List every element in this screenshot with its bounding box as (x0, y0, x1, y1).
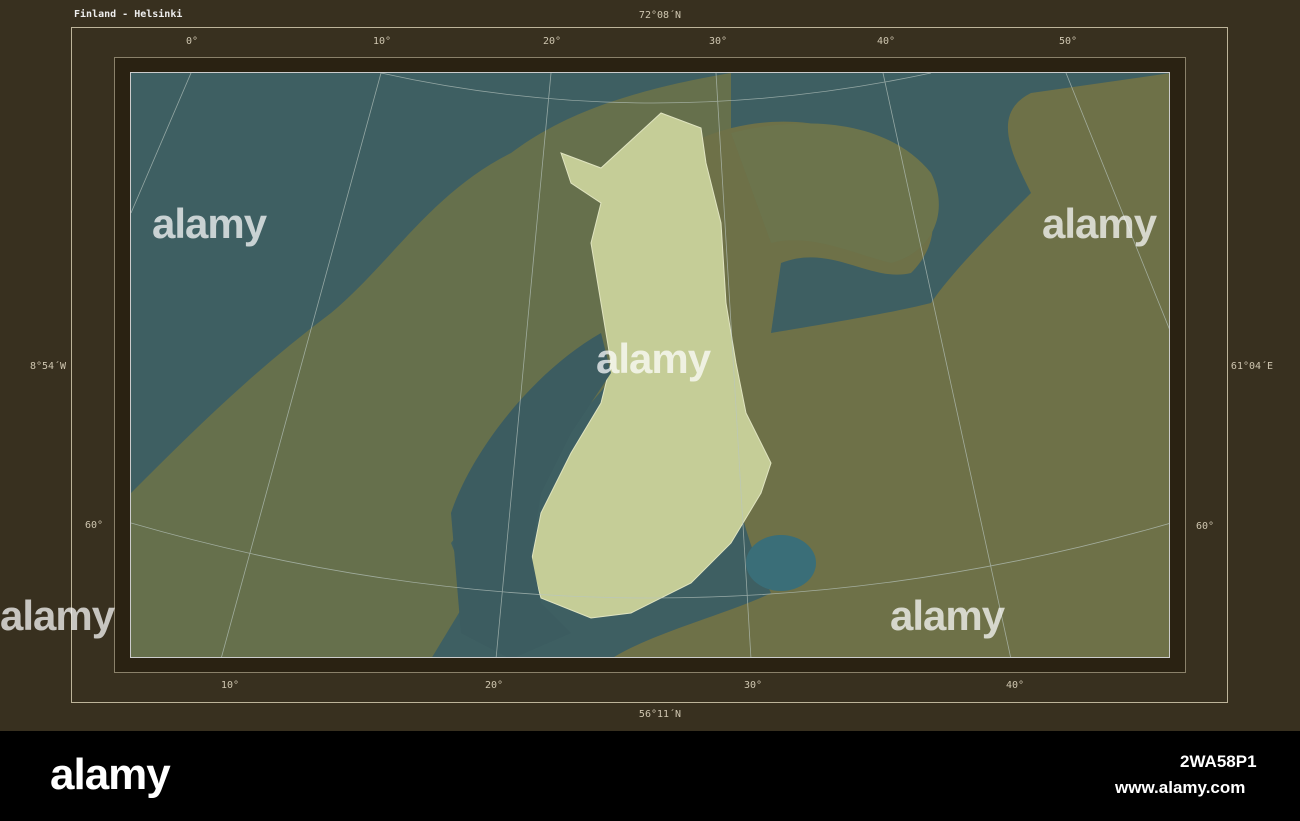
lon-tick: 20° (484, 680, 504, 691)
image-id: 2WA58P1 (1180, 752, 1257, 771)
watermark: alamy (596, 335, 711, 382)
lon-tick: 10° (372, 36, 392, 47)
watermark: alamy (0, 592, 115, 639)
south-extent: 56°11´N (638, 709, 682, 720)
west-extent: 8°54´W (29, 361, 67, 372)
lon-tick: 50° (1058, 36, 1078, 47)
lon-tick: 40° (876, 36, 896, 47)
watermark: alamy (1042, 200, 1157, 247)
lon-tick: 20° (542, 36, 562, 47)
lon-tick: 40° (1005, 680, 1025, 691)
lon-tick: 10° (220, 680, 240, 691)
north-extent: 72°08´N (638, 10, 682, 21)
lake-ladoga (746, 535, 816, 591)
lon-tick: 0° (185, 36, 199, 47)
watermark: alamy (152, 200, 267, 247)
map-title: Finland - Helsinki (74, 9, 183, 20)
lat-tick: 60° (1195, 521, 1215, 532)
east-extent: 61°04´E (1230, 361, 1274, 372)
alamy-url[interactable]: www.alamy.com (1115, 778, 1245, 798)
alamy-logo: alamy (50, 750, 171, 799)
lon-tick: 30° (708, 36, 728, 47)
footer-bar (0, 731, 1300, 821)
lat-tick: 60° (84, 520, 104, 531)
lon-tick: 30° (743, 680, 763, 691)
watermark: alamy (890, 592, 1005, 639)
